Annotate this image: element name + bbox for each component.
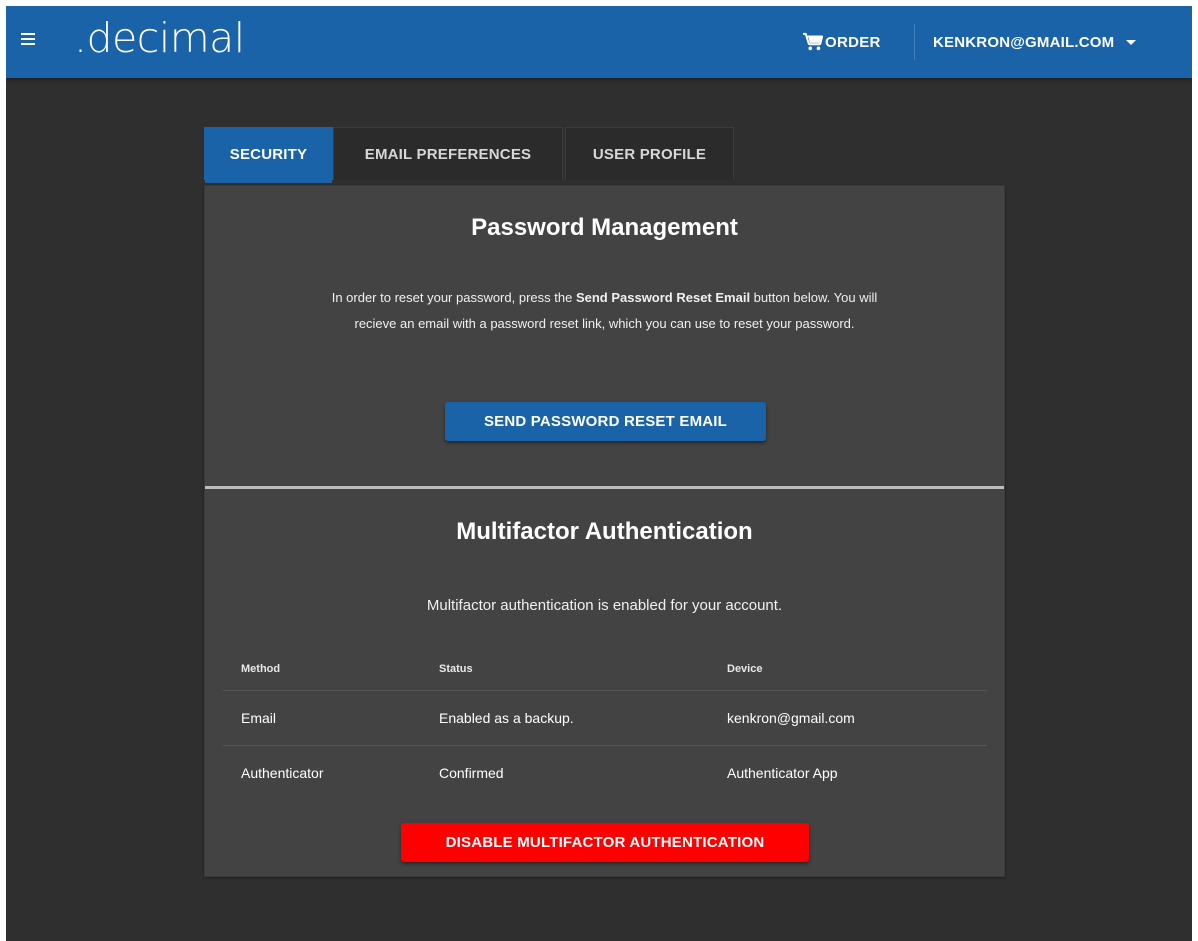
instructions-line-2: recieve an email with a password reset l… — [354, 316, 855, 331]
password-management-title: Password Management — [471, 214, 738, 241]
tab-email-preferences[interactable]: EMAIL PREFERENCES — [333, 127, 563, 180]
tab-security[interactable]: SECURITY — [204, 127, 333, 183]
mfa-title: Multifactor Authentication — [456, 518, 753, 545]
table-row: Authenticator Confirmed Authenticator Ap… — [223, 746, 987, 801]
app-bar: .decimal ORDER KENKRON@GMAIL.COM — [6, 6, 1192, 78]
column-header-device: Device — [709, 648, 987, 691]
row-status: Enabled as a backup. — [421, 690, 709, 746]
row-device: Authenticator App — [727, 765, 838, 781]
tab-security-label: SECURITY — [229, 145, 308, 163]
tab-email-preferences-label: EMAIL PREFERENCES — [364, 145, 532, 163]
logo[interactable]: .decimal — [74, 12, 245, 64]
section-divider — [205, 486, 1004, 489]
tab-user-profile-label: USER PROFILE — [592, 145, 707, 163]
account-email-label: KENKRON@GMAIL.COM — [933, 33, 1115, 51]
caret-down-icon — [1126, 39, 1137, 45]
instructions-text-before: In order to reset your password, press t… — [331, 290, 576, 305]
instructions-line-1: In order to reset your password, press t… — [205, 285, 1004, 311]
row-method: Email — [223, 690, 421, 746]
order-label: ORDER — [825, 33, 881, 51]
table-header-row: Method Status Device — [223, 648, 987, 691]
row-method: Authenticator — [241, 765, 324, 781]
instructions-text-after: button below. You will — [750, 290, 878, 305]
menu-icon[interactable] — [21, 33, 35, 46]
table-row: Email Enabled as a backup. kenkron@gmail… — [223, 690, 987, 746]
tab-user-profile[interactable]: USER PROFILE — [565, 127, 734, 180]
security-card: Password Management In order to reset yo… — [204, 185, 1005, 877]
header-divider — [914, 24, 915, 60]
instructions-bold-text: Send Password Reset Email — [575, 290, 751, 305]
order-button[interactable]: ORDER — [802, 24, 881, 60]
disable-mfa-button[interactable]: DISABLE MULTIFACTOR AUTHENTICATION — [401, 823, 809, 862]
row-status: Confirmed — [439, 765, 504, 781]
send-password-reset-button[interactable]: SEND PASSWORD RESET EMAIL — [445, 402, 766, 441]
cart-icon — [803, 32, 824, 51]
mfa-methods-table: Method Status Device Email Enabled as a … — [223, 648, 987, 800]
row-device: kenkron@gmail.com — [709, 690, 987, 746]
account-menu-button[interactable]: KENKRON@GMAIL.COM — [933, 24, 1137, 60]
app-frame: .decimal ORDER KENKRON@GMAIL.COM SECURIT… — [6, 6, 1192, 941]
mfa-status-text: Multifactor authentication is enabled fo… — [426, 597, 783, 614]
password-reset-instructions: In order to reset your password, press t… — [205, 285, 1004, 337]
column-header-status: Status — [421, 648, 709, 691]
column-header-method: Method — [223, 648, 421, 691]
